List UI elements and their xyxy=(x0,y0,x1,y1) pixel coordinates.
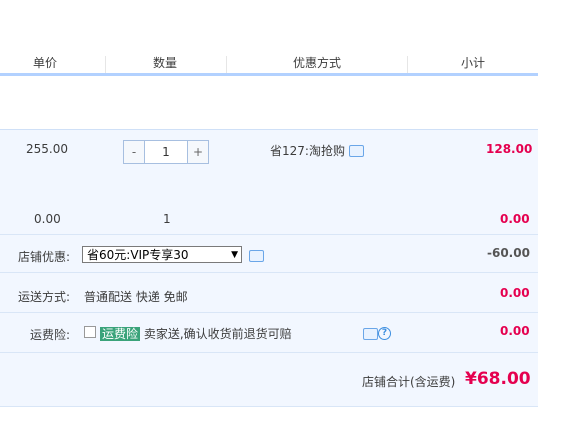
item-subtotal: 128.00 xyxy=(486,142,533,156)
extra-quantity: 1 xyxy=(163,212,171,226)
help-icon[interactable]: ? xyxy=(378,327,391,340)
quantity-decrease-button[interactable]: - xyxy=(124,141,144,163)
shop-discount-selected: 省60元:VIP专享30 xyxy=(87,248,189,262)
shipping-insurance-checkbox[interactable] xyxy=(84,326,96,338)
shipping-amount: 0.00 xyxy=(500,286,530,300)
shipping-method: 普通配送 快递 免邮 xyxy=(84,290,188,304)
shipping-label: 运送方式: xyxy=(17,290,70,304)
item-unit-price: 255.00 xyxy=(26,142,68,156)
header-quantity: 数量 xyxy=(152,56,177,70)
dropdown-arrow-icon: ▼ xyxy=(231,250,238,260)
shop-discount-label: 店铺优惠: xyxy=(17,250,70,264)
header-subtotal: 小计 xyxy=(460,56,485,70)
item-discount: 省127:淘抢购 xyxy=(270,144,345,158)
shop-discount-row xyxy=(0,234,538,273)
shop-total-row xyxy=(0,352,538,407)
header-separator xyxy=(105,56,106,74)
shipping-insurance-amount: 0.00 xyxy=(500,324,530,338)
extra-unit-price: 0.00 xyxy=(34,212,61,226)
message-icon[interactable] xyxy=(249,250,264,262)
header-unit-price: 单价 xyxy=(32,56,57,70)
header-separator xyxy=(226,56,227,74)
order-item-row xyxy=(0,129,538,235)
shipping-row xyxy=(0,272,538,313)
header-underline xyxy=(0,73,538,76)
extra-subtotal: 0.00 xyxy=(500,212,530,226)
header-separator xyxy=(407,56,408,74)
message-icon[interactable] xyxy=(363,328,378,340)
quantity-input[interactable]: 1 xyxy=(144,141,188,163)
header-discount-method: 优惠方式 xyxy=(292,56,341,70)
shipping-insurance-description: 卖家送,确认收货前退货可赔 xyxy=(143,327,292,341)
message-icon[interactable] xyxy=(349,145,364,157)
shop-total-amount: ¥68.00 xyxy=(465,369,531,389)
shop-discount-select[interactable]: 省60元:VIP专享30 ▼ xyxy=(82,246,242,263)
shipping-insurance-tag: 运费险 xyxy=(100,327,141,341)
quantity-stepper: - 1 + xyxy=(123,140,209,164)
shipping-insurance-label: 运费险: xyxy=(29,328,70,342)
shipping-insurance-text: 运费险 卖家送,确认收货前退货可赔 xyxy=(100,325,292,342)
shop-discount-amount: -60.00 xyxy=(487,246,530,260)
quantity-increase-button[interactable]: + xyxy=(188,141,208,163)
shop-total-label: 店铺合计(含运费) xyxy=(362,375,456,389)
